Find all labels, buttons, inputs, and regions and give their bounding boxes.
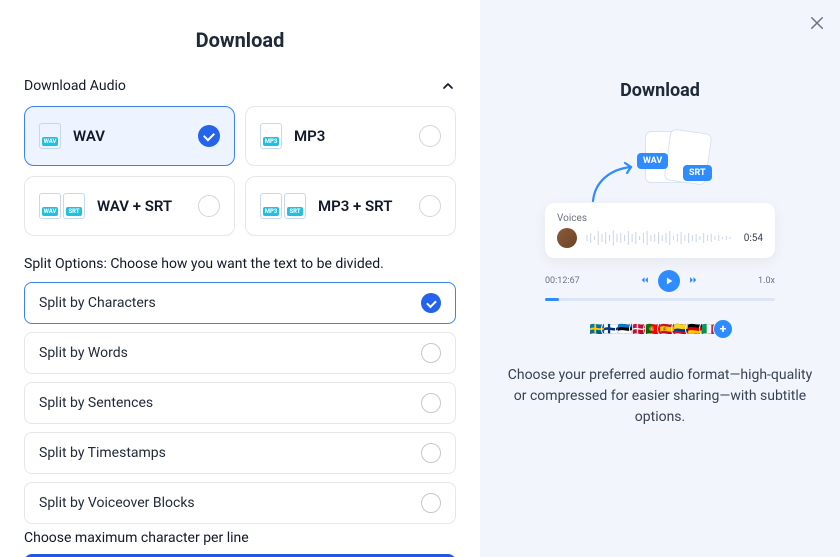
format-option-mp3[interactable]: MP3 MP3 bbox=[245, 106, 456, 166]
split-option-split-by-characters[interactable]: Split by Characters bbox=[24, 282, 456, 324]
srt-badge: SRT bbox=[683, 165, 712, 181]
file-icon: WAVSRT bbox=[39, 193, 85, 219]
split-option-split-by-sentences[interactable]: Split by Sentences bbox=[24, 382, 456, 424]
split-option-split-by-timestamps[interactable]: Split by Timestamps bbox=[24, 432, 456, 474]
download-audio-section-header[interactable]: Download Audio bbox=[24, 78, 456, 94]
radio-checked-icon bbox=[421, 293, 441, 313]
format-option-mp3-srt[interactable]: MP3SRT MP3 + SRT bbox=[245, 176, 456, 236]
split-option-split-by-words[interactable]: Split by Words bbox=[24, 332, 456, 374]
progress-track[interactable] bbox=[545, 298, 775, 301]
format-label: MP3 bbox=[294, 127, 325, 145]
info-description: Choose your preferred audio format—high-… bbox=[500, 365, 820, 428]
duration-text: 0:54 bbox=[744, 233, 763, 244]
split-option-label: Split by Timestamps bbox=[39, 445, 166, 461]
progress-fill bbox=[545, 298, 559, 301]
radio-empty-icon bbox=[421, 343, 441, 363]
time-elapsed: 00:12:67 bbox=[545, 276, 580, 286]
radio-empty-icon bbox=[419, 125, 441, 147]
radio-empty-icon bbox=[421, 393, 441, 413]
split-option-split-by-voiceover-blocks[interactable]: Split by Voiceover Blocks bbox=[24, 482, 456, 524]
split-options-label: Split Options: Choose how you want the t… bbox=[24, 256, 456, 272]
split-option-label: Split by Sentences bbox=[39, 395, 153, 411]
file-icon: WAV bbox=[39, 123, 61, 149]
documents-icon: WAV SRT bbox=[645, 131, 735, 183]
file-icon: MP3SRT bbox=[260, 193, 306, 219]
voice-card: Voices 0:54 bbox=[545, 203, 775, 258]
format-label: WAV bbox=[73, 127, 105, 145]
player-controls bbox=[640, 270, 698, 292]
curved-arrow-icon bbox=[587, 161, 637, 207]
split-option-label: Split by Words bbox=[39, 345, 128, 361]
forward-icon[interactable] bbox=[688, 275, 698, 288]
chevron-up-icon bbox=[440, 78, 456, 94]
voices-label: Voices bbox=[557, 213, 763, 224]
playback-speed: 1.0x bbox=[758, 276, 775, 286]
format-label: WAV + SRT bbox=[97, 197, 172, 215]
waveform-icon bbox=[585, 229, 736, 247]
rewind-icon[interactable] bbox=[640, 275, 650, 288]
wav-badge: WAV bbox=[637, 153, 668, 169]
format-grid: WAV WAV MP3 MP3 WAVSRT WAV + SRT MP3SRT MP3 + S… bbox=[24, 106, 456, 236]
avatar bbox=[557, 228, 577, 248]
close-icon[interactable] bbox=[808, 14, 826, 32]
format-option-wav[interactable]: WAV WAV bbox=[24, 106, 235, 166]
radio-empty-icon bbox=[421, 493, 441, 513]
radio-empty-icon bbox=[198, 195, 220, 217]
split-options-list: Split by Characters Split by Words Split b… bbox=[24, 282, 456, 524]
panel-title: Download bbox=[24, 28, 456, 52]
play-button[interactable] bbox=[658, 270, 680, 292]
radio-empty-icon bbox=[419, 195, 441, 217]
radio-empty-icon bbox=[421, 443, 441, 463]
format-option-wav-srt[interactable]: WAVSRT WAV + SRT bbox=[24, 176, 235, 236]
file-icon: MP3 bbox=[260, 123, 282, 149]
format-label: MP3 + SRT bbox=[318, 197, 392, 215]
split-option-label: Split by Characters bbox=[39, 295, 156, 311]
radio-checked-icon bbox=[198, 125, 220, 147]
info-title: Download bbox=[620, 80, 700, 101]
download-panel: Download Download Audio WAV WAV MP3 MP3 WAVS… bbox=[0, 0, 480, 557]
info-panel: Download WAV SRT Voices bbox=[480, 0, 840, 557]
download-audio-label: Download Audio bbox=[24, 78, 126, 94]
more-languages-icon[interactable]: + bbox=[713, 319, 733, 339]
player-row: 00:12:67 1.0x bbox=[545, 270, 775, 292]
split-option-label: Split by Voiceover Blocks bbox=[39, 495, 195, 511]
illustration: WAV SRT Voices 0:54 bbox=[520, 131, 800, 339]
helper-text: Choose maximum character per line bbox=[24, 530, 456, 546]
language-flags: 🇸🇪🇫🇮🇪🇪🇩🇰🇵🇹🇪🇸🇨🇴🇩🇪🇮🇹+ bbox=[587, 319, 733, 339]
